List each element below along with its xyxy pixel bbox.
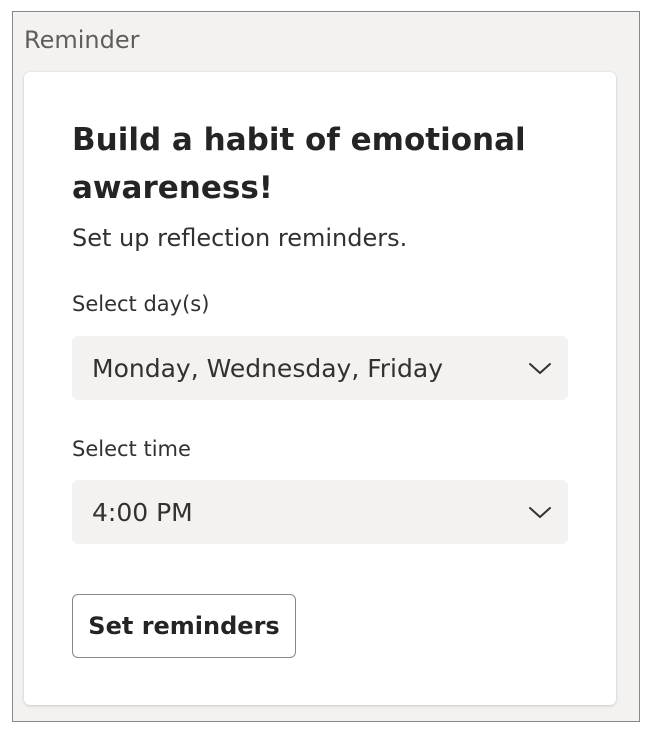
chevron-down-icon xyxy=(529,363,551,374)
set-reminders-button[interactable]: Set reminders xyxy=(72,594,296,658)
time-select-value: 4:00 PM xyxy=(92,498,193,527)
section-title: Reminder xyxy=(24,26,140,54)
card-subtext: Set up reflection reminders. xyxy=(72,224,408,252)
day-select-dropdown[interactable]: Monday, Wednesday, Friday xyxy=(72,336,568,400)
card-headline: Build a habit of emotional awareness! xyxy=(72,122,526,206)
chevron-down-icon xyxy=(529,507,551,518)
reminder-card: Build a habit of emotional awareness! Se… xyxy=(24,72,616,705)
time-select-dropdown[interactable]: 4:00 PM xyxy=(72,480,568,544)
reminder-panel: Reminder Build a habit of emotional awar… xyxy=(12,11,640,722)
time-select-label: Select time xyxy=(72,437,191,461)
day-select-value: Monday, Wednesday, Friday xyxy=(92,354,443,383)
day-select-label: Select day(s) xyxy=(72,292,210,316)
